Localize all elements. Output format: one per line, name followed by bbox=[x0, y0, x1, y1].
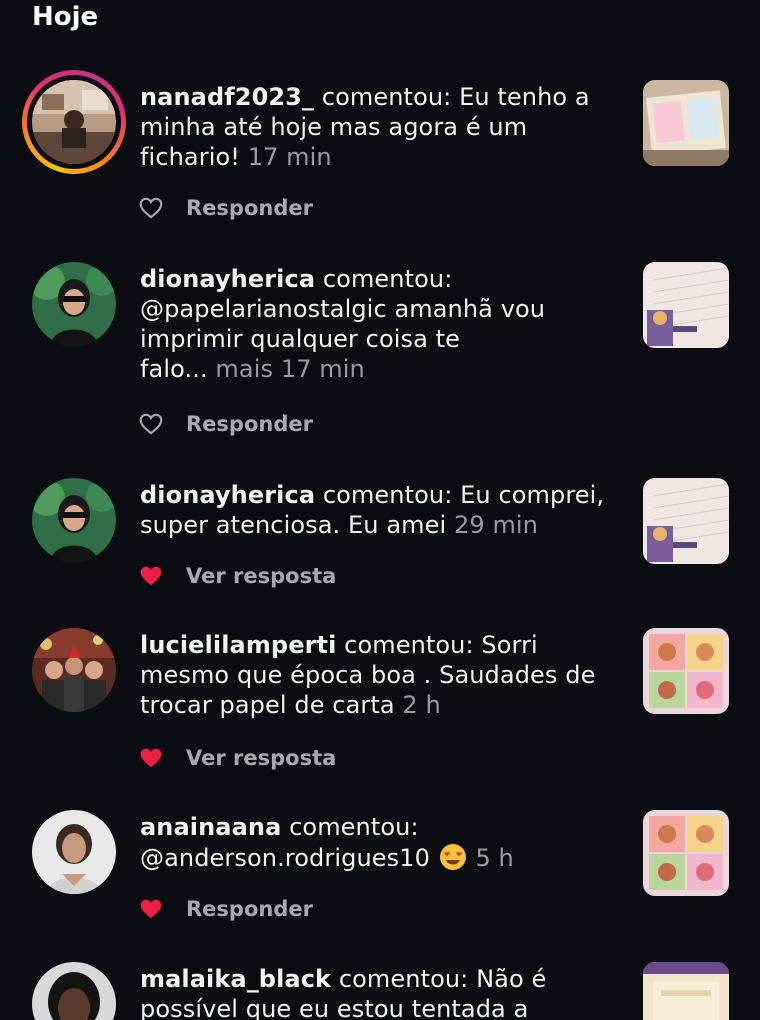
notification-text: nanadf2023_ comentou: Eu tenho a minha a… bbox=[140, 83, 590, 171]
avatar bbox=[32, 80, 116, 164]
timestamp: 17 min bbox=[247, 143, 332, 171]
timestamp: 29 min bbox=[453, 511, 539, 539]
section-title: Hoje bbox=[32, 2, 99, 32]
username[interactable]: nanadf2023_ bbox=[140, 83, 314, 111]
avatar[interactable] bbox=[32, 478, 116, 562]
notification-text: malaika_black comentou: Não é possível q… bbox=[140, 965, 547, 1020]
username[interactable]: dionayherica bbox=[140, 265, 315, 293]
heart-filled-icon[interactable] bbox=[138, 896, 164, 922]
heart-filled-icon[interactable] bbox=[138, 745, 164, 771]
heart-filled-icon[interactable] bbox=[138, 563, 164, 589]
post-thumbnail[interactable] bbox=[643, 962, 729, 1020]
view-reply-button[interactable]: Ver resposta bbox=[186, 563, 336, 589]
view-reply-button[interactable]: Ver resposta bbox=[186, 745, 336, 771]
username[interactable]: anainaana bbox=[140, 813, 281, 841]
username[interactable]: malaika_black bbox=[140, 965, 331, 993]
timestamp: 17 min bbox=[280, 355, 365, 383]
avatar[interactable] bbox=[32, 628, 116, 712]
avatar[interactable] bbox=[32, 962, 116, 1020]
notification-text: lucielilamperti comentou: Sorri mesmo qu… bbox=[140, 631, 596, 719]
post-thumbnail[interactable] bbox=[643, 262, 729, 348]
notification-text: anainaana comentou: @anderson.rodrigues1… bbox=[140, 813, 514, 872]
notification-text: dionayherica comentou: Eu comprei, super… bbox=[140, 481, 605, 539]
avatar[interactable] bbox=[32, 810, 116, 894]
username[interactable]: dionayherica bbox=[140, 481, 315, 509]
timestamp: 5 h bbox=[475, 844, 514, 872]
heart-eyes-emoji-icon bbox=[439, 844, 466, 870]
activity-screen: Hoje nanadf2023_ comentou: Eu tenho a mi… bbox=[0, 0, 760, 1020]
timestamp: 2 h bbox=[402, 691, 441, 719]
post-thumbnail[interactable] bbox=[643, 478, 729, 564]
heart-outline-icon[interactable] bbox=[138, 195, 164, 221]
post-thumbnail[interactable] bbox=[643, 628, 729, 714]
avatar-story-ring[interactable] bbox=[22, 70, 126, 174]
post-thumbnail[interactable] bbox=[643, 80, 729, 166]
more-link[interactable]: mais bbox=[215, 355, 273, 383]
username[interactable]: lucielilamperti bbox=[140, 631, 336, 659]
heart-outline-icon[interactable] bbox=[138, 411, 164, 437]
post-thumbnail[interactable] bbox=[643, 810, 729, 896]
reply-button[interactable]: Responder bbox=[186, 896, 313, 922]
reply-button[interactable]: Responder bbox=[186, 195, 313, 221]
reply-button[interactable]: Responder bbox=[186, 411, 313, 437]
notification-text: dionayherica comentou: @papelarianostalg… bbox=[140, 265, 546, 383]
avatar[interactable] bbox=[32, 262, 116, 346]
